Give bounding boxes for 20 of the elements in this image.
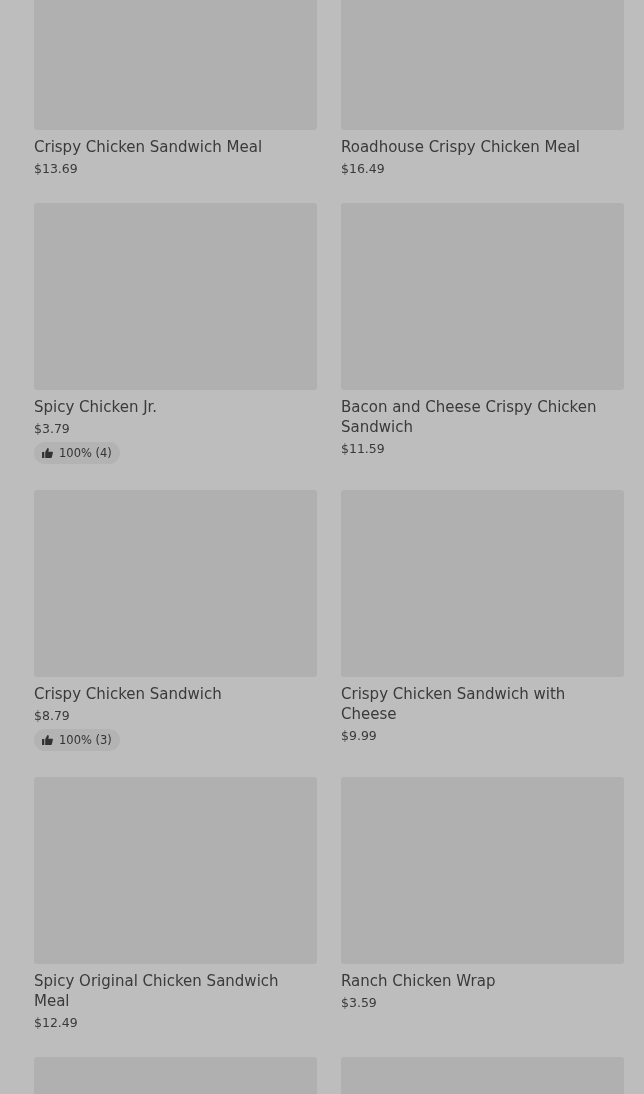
item-price: $16.49 [341, 161, 385, 177]
item-name: Crispy Chicken Sandwich [34, 684, 222, 704]
item-name: Crispy Chicken Sandwich Meal [34, 137, 263, 157]
rating-text: 100% (3) [59, 732, 112, 748]
thumbs-up-icon [42, 448, 53, 458]
item-name: Spicy Original Chicken Sandwich Meal [34, 971, 280, 1011]
item-price: $13.69 [34, 161, 78, 177]
item-price: $11.59 [341, 441, 385, 457]
item-name: Spicy Chicken Jr. [34, 397, 158, 417]
item-name: Bacon and Cheese Crispy Chicken Sandwich [341, 397, 598, 437]
item-name: Ranch Chicken Wrap [341, 971, 496, 991]
item-price: $3.59 [341, 995, 377, 1011]
item-price: $9.99 [341, 728, 377, 744]
thumbs-up-icon [42, 735, 53, 745]
item-name: Crispy Chicken Sandwich with Cheese [341, 684, 567, 724]
item-price: $8.79 [34, 708, 70, 724]
item-price: $3.79 [34, 421, 70, 437]
item-price: $12.49 [34, 1015, 78, 1031]
item-name: Roadhouse Crispy Chicken Meal [341, 137, 580, 157]
rating-text: 100% (4) [59, 445, 112, 461]
